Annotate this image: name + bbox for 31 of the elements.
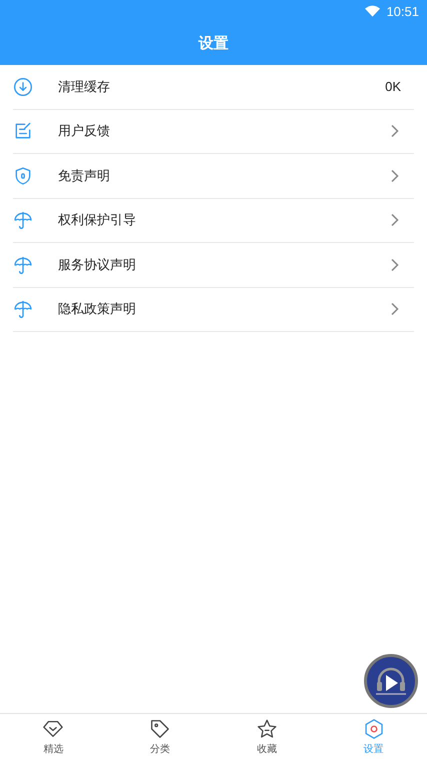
edit-icon — [13, 121, 33, 142]
settings-label: 清理缓存 — [58, 78, 111, 96]
settings-label: 免责声明 — [58, 168, 111, 185]
shield-icon — [13, 166, 33, 186]
chevron-icon — [390, 213, 400, 228]
play-button[interactable] — [364, 654, 418, 708]
settings-row[interactable]: 隐私政策声明 — [13, 288, 414, 332]
chevron-icon — [390, 168, 400, 183]
tag-icon — [149, 718, 172, 740]
page-title: 设置 — [198, 34, 228, 53]
chevron-icon — [390, 124, 400, 138]
umbrella-icon — [13, 254, 33, 275]
settings-row[interactable]: 权利保护引导 — [13, 198, 414, 243]
chevron-icon — [390, 302, 400, 316]
settings-label: 隐私政策声明 — [58, 301, 137, 318]
settings-row[interactable]: 服务协议声明 — [13, 243, 414, 288]
umbrella-icon — [13, 210, 33, 230]
settings-label: 用户反馈 — [58, 123, 111, 140]
hexagon-icon — [362, 718, 385, 740]
umbrella-icon — [13, 299, 33, 320]
download-icon — [13, 76, 33, 97]
status-time: 10:51 — [386, 4, 419, 18]
cache-size: 0K — [385, 79, 401, 94]
settings-row[interactable]: 清理缓存 0K — [13, 65, 414, 110]
settings-row[interactable]: 用户反馈 — [13, 110, 414, 154]
star-icon — [256, 718, 278, 740]
chevron-icon — [390, 258, 400, 272]
settings-row[interactable]: 免责声明 — [13, 154, 414, 198]
wifi-icon — [365, 5, 380, 17]
settings-label: 服务协议声明 — [58, 256, 137, 274]
settings-label: 权利保护引导 — [58, 212, 137, 230]
